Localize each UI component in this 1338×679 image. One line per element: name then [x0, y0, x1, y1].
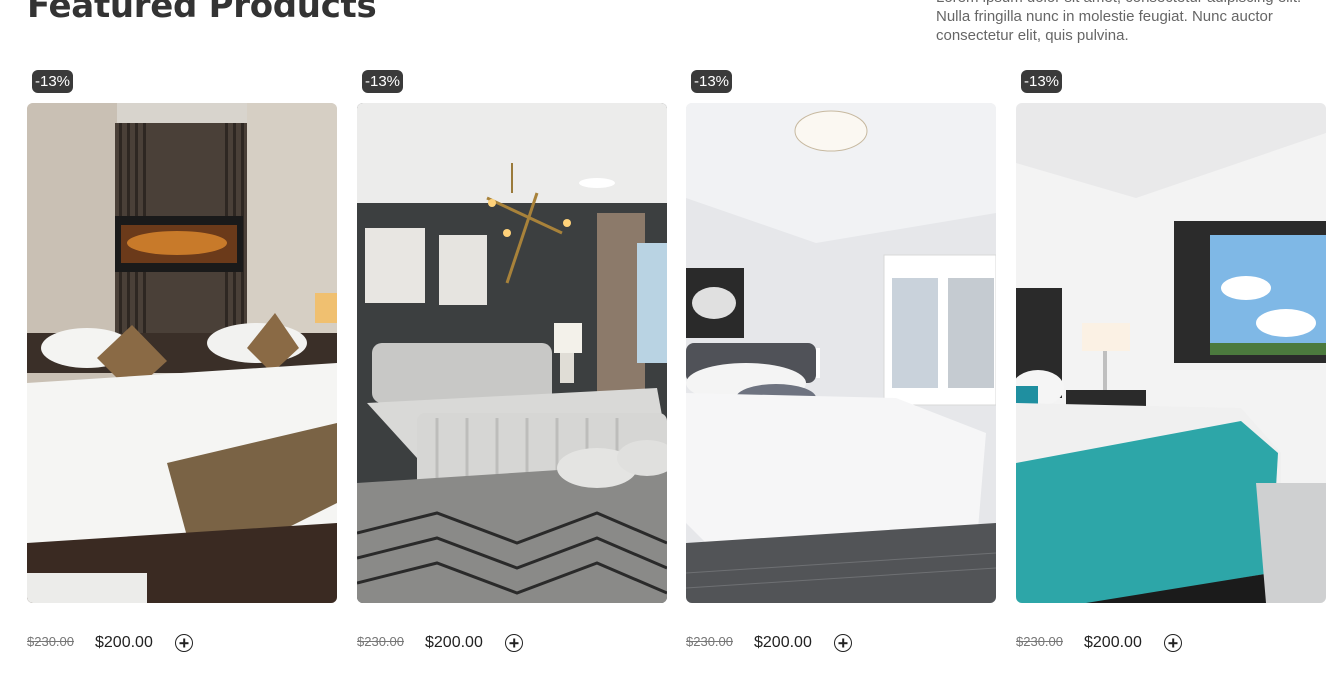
old-price: $230.00	[27, 634, 74, 649]
add-to-cart-button[interactable]	[505, 634, 523, 652]
discount-badge: -13%	[691, 70, 733, 93]
bedroom-photo-icon	[686, 103, 996, 603]
price-row: $230.00 $200.00	[27, 632, 337, 658]
product-card[interactable]: -13% $230.00 $200.00	[686, 70, 996, 670]
old-price: $230.00	[357, 634, 404, 649]
price-row: $230.00 $200.00	[357, 632, 667, 658]
sale-price: $200.00	[1084, 634, 1142, 651]
sale-price: $200.00	[425, 634, 483, 651]
section-description: Lorem ipsum dolor sit amet, consectetur …	[936, 0, 1301, 44]
add-to-cart-button[interactable]	[834, 634, 852, 652]
discount-badge: -13%	[32, 70, 74, 93]
product-card[interactable]: -13% $230.00 $200.00	[357, 70, 667, 670]
add-to-cart-button[interactable]	[175, 634, 193, 652]
sale-price: $200.00	[95, 634, 153, 651]
product-image[interactable]	[27, 103, 337, 603]
section-title: Featured Products	[27, 0, 377, 26]
product-image[interactable]	[357, 103, 667, 603]
sale-price: $200.00	[754, 634, 812, 651]
bedroom-photo-icon	[27, 103, 337, 603]
product-grid: -13% $230.00 $200.00 -13% $230.00 $200.0…	[27, 70, 1326, 670]
bedroom-photo-icon	[1016, 103, 1326, 603]
old-price: $230.00	[1016, 634, 1063, 649]
bedroom-photo-icon	[357, 103, 667, 603]
add-to-cart-button[interactable]	[1164, 634, 1182, 652]
product-card[interactable]: -13% $230.00 $200.00	[1016, 70, 1326, 670]
discount-badge: -13%	[362, 70, 404, 93]
old-price: $230.00	[686, 634, 733, 649]
price-row: $230.00 $200.00	[1016, 632, 1326, 658]
price-row: $230.00 $200.00	[686, 632, 996, 658]
discount-badge: -13%	[1021, 70, 1063, 93]
product-image[interactable]	[686, 103, 996, 603]
product-image[interactable]	[1016, 103, 1326, 603]
product-card[interactable]: -13% $230.00 $200.00	[27, 70, 337, 670]
